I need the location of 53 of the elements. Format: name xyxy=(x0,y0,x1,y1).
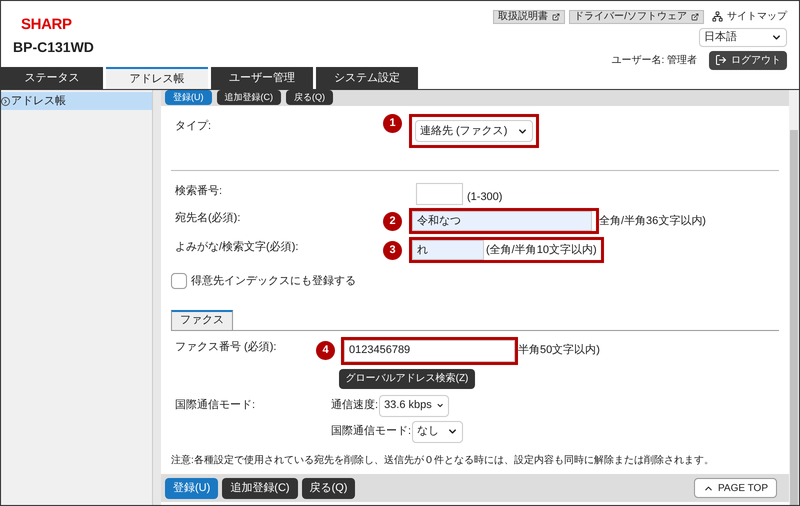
field-label: ファクス番号 (必須): xyxy=(174,340,278,354)
sitemap-link[interactable]: サイトマップ xyxy=(712,9,787,24)
brand-logo: SHARP xyxy=(21,17,73,32)
logout-button[interactable]: ログアウト xyxy=(709,50,787,70)
toolbar-button[interactable]: 登録(U) xyxy=(165,90,212,105)
field-label: 通信速度: xyxy=(331,398,378,414)
search-number-field[interactable] xyxy=(416,183,463,205)
sitemap-icon xyxy=(712,11,723,22)
field-label: よみがな/検索文字(必須): xyxy=(174,240,300,255)
manual-link[interactable]: 取扱説明書 xyxy=(493,10,566,24)
logout-icon xyxy=(715,54,727,66)
toolbar-button[interactable]: 戻る(Q) xyxy=(302,478,356,498)
range-hint: (1-300) xyxy=(467,190,502,205)
text-field[interactable]: れ xyxy=(412,240,484,260)
speed-select[interactable]: 33.6 kbps xyxy=(379,394,450,416)
callout-badge: 2 xyxy=(383,212,402,230)
length-hint: 半角50文字以内) xyxy=(518,342,600,358)
nav-tab[interactable]: アドレス帳 xyxy=(106,67,208,89)
text-field[interactable]: 令和なつ xyxy=(412,211,592,231)
manual-link[interactable]: ドライバー/ソフトウェア xyxy=(569,10,704,24)
fax-number-field[interactable]: 0123456789 xyxy=(344,340,515,362)
toolbar-button[interactable]: 追加登録(C) xyxy=(222,478,298,498)
toolbar-button[interactable]: 登録(U) xyxy=(165,478,218,498)
section-tab[interactable]: ファクス xyxy=(171,310,233,330)
callout-badge: 3 xyxy=(383,240,402,260)
field-label: 検索番号: xyxy=(174,184,224,199)
checkbox-label: 得意先インデックスにも登録する xyxy=(191,274,356,289)
callout-badge: 4 xyxy=(316,341,335,360)
checkbox[interactable] xyxy=(171,273,187,290)
length-hint: 全角/半角36文字以内) xyxy=(599,214,706,229)
mode-select[interactable]: なし xyxy=(412,420,464,442)
field-label: 国際通信モード: xyxy=(174,398,256,412)
external-link-icon xyxy=(552,12,560,20)
nav-tab[interactable]: ステータス xyxy=(1,67,103,89)
field-label: 国際通信モード: xyxy=(331,424,412,440)
page-top-button[interactable]: PAGE TOP xyxy=(694,478,777,498)
toolbar-button[interactable]: 追加登録(C) xyxy=(216,90,281,105)
callout-badge: 1 xyxy=(383,114,402,133)
external-link-icon xyxy=(691,12,699,20)
type-select[interactable]: 連絡先 (ファクス) xyxy=(415,120,533,142)
nav-tab[interactable]: ユーザー管理 xyxy=(211,67,313,89)
model-name: BP-C131WD xyxy=(13,40,94,54)
global-search-button[interactable]: グローバルアドレス検索(Z) xyxy=(339,368,475,388)
length-hint: (全角/半角10文字以内) xyxy=(486,242,597,258)
user-name: ユーザー名: 管理者 xyxy=(611,54,697,68)
toolbar-button[interactable]: 戻る(Q) xyxy=(286,90,333,105)
field-label: 宛先名(必須): xyxy=(174,210,242,226)
language-select[interactable]: 日本語 xyxy=(699,28,787,46)
field-label: タイプ: xyxy=(174,118,212,134)
chevron-right-icon xyxy=(1,96,10,106)
note-text: 注意:各種設定で使用されている宛先を削除し、送信先が０件となる時には、設定内容も同時に解除または削除されます。 xyxy=(171,454,715,468)
nav-tab[interactable]: システム設定 xyxy=(316,67,418,89)
sidebar-item[interactable]: アドレス帳 xyxy=(1,92,152,110)
